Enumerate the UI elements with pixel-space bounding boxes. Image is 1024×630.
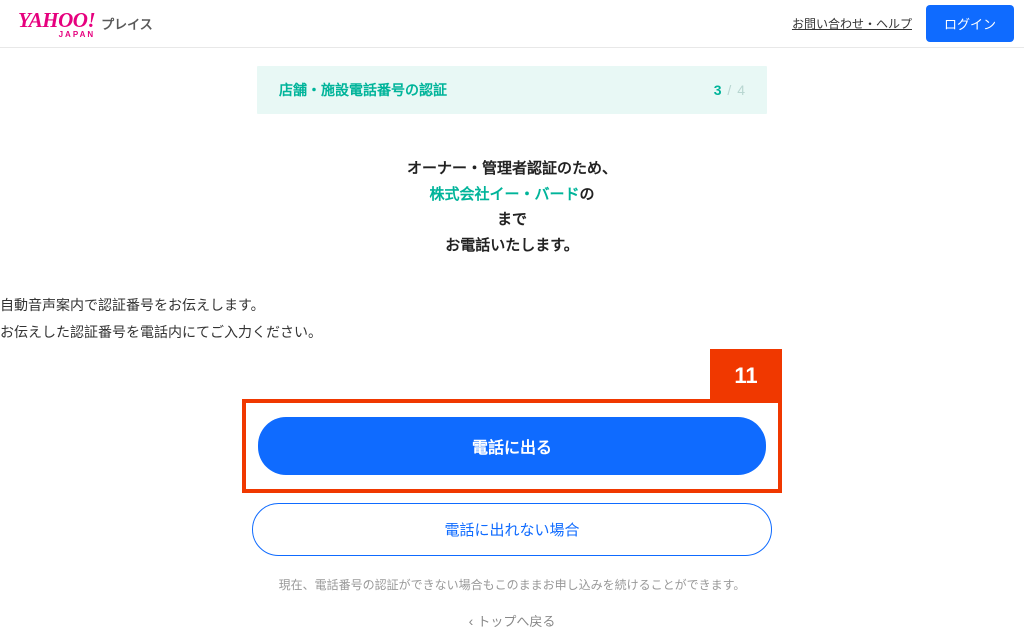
step-divider: / <box>727 82 731 98</box>
header-right: お問い合わせ・ヘルプ ログイン <box>792 5 1014 42</box>
step-current: 3 <box>714 82 722 98</box>
highlight-label: 11 <box>710 349 782 403</box>
main-content: 店舗・施設電話番号の認証 3 / 4 オーナー・管理者認証のため、 株式会社イー… <box>0 48 1024 630</box>
login-button[interactable]: ログイン <box>926 5 1014 42</box>
heading-line3-suffix: まで <box>497 211 527 228</box>
back-to-top-link[interactable]: トップへ戻る <box>0 611 1024 630</box>
yahoo-logo: YAHOO! JAPAN <box>18 8 95 39</box>
step-bar: 店舗・施設電話番号の認証 3 / 4 <box>257 66 767 114</box>
company-name: 株式会社イー・バード <box>429 186 579 203</box>
heading-line3: まで <box>0 207 1024 233</box>
heading-block: オーナー・管理者認証のため、 株式会社イー・バードの まで お電話いたします。 <box>0 156 1024 258</box>
button-wrap: 11 電話に出る 電話に出れない場合 <box>242 399 782 556</box>
heading-line1: オーナー・管理者認証のため、 <box>0 156 1024 182</box>
step-title: 店舗・施設電話番号の認証 <box>279 80 447 100</box>
logo-area: YAHOO! JAPAN プレイス <box>18 8 153 39</box>
step-total: 4 <box>737 82 745 98</box>
highlight-box: 11 電話に出る <box>242 399 782 493</box>
heading-line2-suffix: の <box>580 186 595 203</box>
note-text: 現在、電話番号の認証ができない場合もこのままお申し込みを続けることができます。 <box>0 576 1024 593</box>
logo-main-text: YAHOO! <box>18 8 95 32</box>
heading-line2: 株式会社イー・バードの <box>0 182 1024 208</box>
step-count: 3 / 4 <box>714 82 745 98</box>
cannot-answer-button[interactable]: 電話に出れない場合 <box>252 503 772 556</box>
description-block: 自動音声案内で認証番号をお伝えします。 お伝えした認証番号を電話内にてご入力くだ… <box>0 292 1024 345</box>
description-line1: 自動音声案内で認証番号をお伝えします。 <box>0 292 1024 319</box>
answer-call-button[interactable]: 電話に出る <box>258 417 766 475</box>
description-line2: お伝えした認証番号を電話内にてご入力ください。 <box>0 319 1024 346</box>
header: YAHOO! JAPAN プレイス お問い合わせ・ヘルプ ログイン <box>0 0 1024 48</box>
help-link[interactable]: お問い合わせ・ヘルプ <box>792 15 912 32</box>
service-name: プレイス <box>101 14 153 33</box>
heading-line4: お電話いたします。 <box>0 233 1024 259</box>
